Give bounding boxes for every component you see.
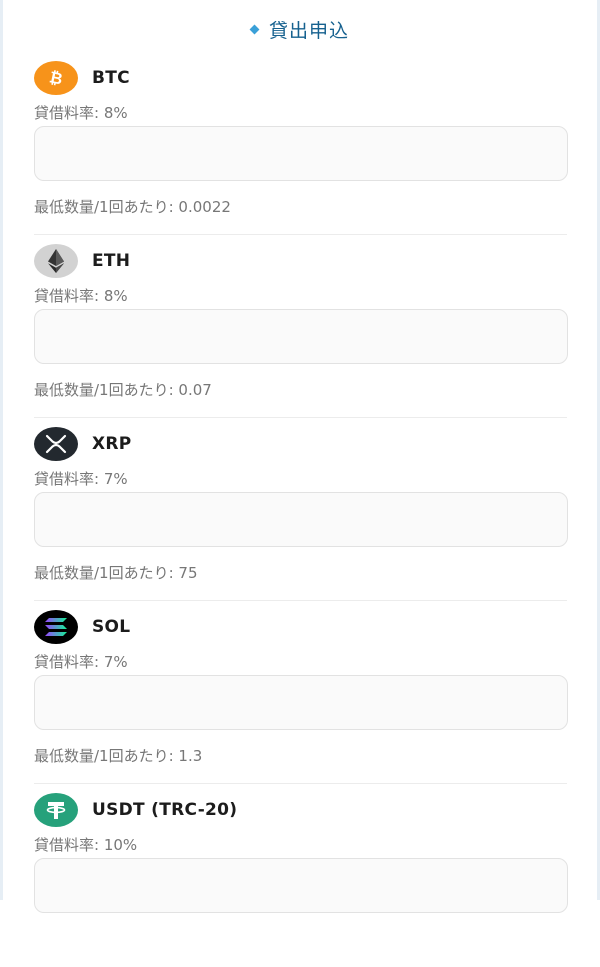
lending-rate: 貸借料率: 8% xyxy=(34,287,128,305)
diamond-icon xyxy=(249,24,260,34)
sol-amount-input[interactable] xyxy=(34,675,568,730)
solana-icon xyxy=(34,610,78,644)
minimum-quantity: 最低数量/1回あたり: 0.0022 xyxy=(34,198,231,216)
xrp-amount-input[interactable] xyxy=(34,492,568,547)
coin-list: ₿ BTC 貸借料率: 8% 最低数量/1回あたり: 0.0022 ETH 貸借… xyxy=(0,52,600,967)
bitcoin-icon: ₿ xyxy=(34,61,78,95)
coin-symbol: BTC xyxy=(92,68,130,88)
minimum-quantity: 最低数量/1回あたり: 75 xyxy=(34,564,198,582)
coin-item-usdt: USDT (TRC-20) 貸借料率: 10% xyxy=(0,784,600,967)
coin-item-xrp: XRP 貸借料率: 7% 最低数量/1回あたり: 75 xyxy=(0,418,600,601)
coin-header: ₿ BTC xyxy=(34,60,130,96)
ethereum-icon xyxy=(34,244,78,278)
lending-application-page: 貸出申込 ₿ BTC 貸借料率: 8% 最低数量/1回あたり: 0.0022 E… xyxy=(0,0,600,913)
lending-rate: 貸借料率: 10% xyxy=(34,836,138,854)
coin-header: SOL xyxy=(34,609,130,645)
svg-text:₿: ₿ xyxy=(48,67,65,88)
coin-header: ETH xyxy=(34,243,130,279)
coin-header: USDT (TRC-20) xyxy=(34,792,237,828)
btc-amount-input[interactable] xyxy=(34,126,568,181)
coin-header: XRP xyxy=(34,426,132,462)
minimum-quantity: 最低数量/1回あたり: 1.3 xyxy=(34,747,203,765)
coin-item-btc: ₿ BTC 貸借料率: 8% 最低数量/1回あたり: 0.0022 xyxy=(0,52,600,235)
coin-item-sol: SOL 貸借料率: 7% 最低数量/1回あたり: 1.3 xyxy=(0,601,600,784)
coin-symbol: SOL xyxy=(92,617,131,637)
coin-symbol: ETH xyxy=(92,251,131,271)
tether-icon xyxy=(34,793,78,827)
lending-rate: 貸借料率: 7% xyxy=(34,470,128,488)
coin-symbol: USDT (TRC-20) xyxy=(92,800,238,820)
lending-rate: 貸借料率: 7% xyxy=(34,653,128,671)
xrp-icon xyxy=(34,427,78,461)
coin-item-eth: ETH 貸借料率: 8% 最低数量/1回あたり: 0.07 xyxy=(0,235,600,418)
eth-amount-input[interactable] xyxy=(34,309,568,364)
usdt-amount-input[interactable] xyxy=(34,858,568,913)
lending-rate: 貸借料率: 8% xyxy=(34,104,128,122)
page-header: 貸出申込 xyxy=(0,12,600,46)
minimum-quantity: 最低数量/1回あたり: 0.07 xyxy=(34,381,212,399)
page-title: 貸出申込 xyxy=(268,19,349,42)
coin-symbol: XRP xyxy=(92,434,132,454)
